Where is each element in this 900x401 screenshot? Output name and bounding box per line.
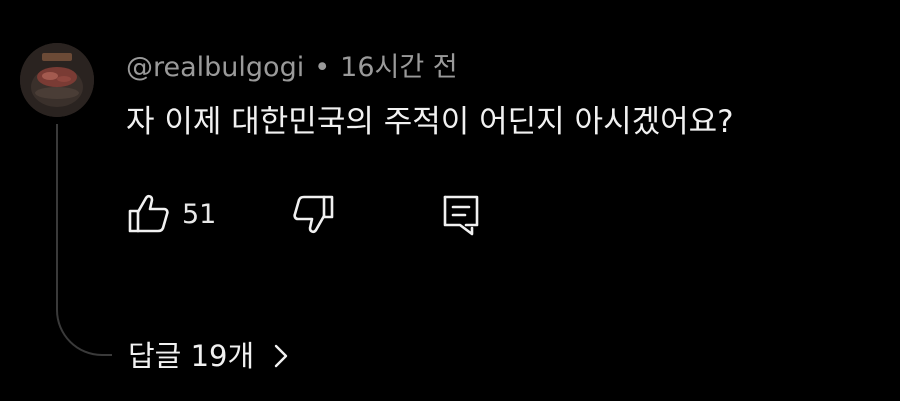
comment-meta: @realbulgogi • 16시간 전 (126, 50, 458, 86)
reply-button[interactable] (442, 194, 480, 236)
like-count: 51 (182, 198, 217, 230)
view-replies-button[interactable]: 답글 19개 (128, 336, 288, 376)
comment-time: 16시간 전 (340, 52, 458, 83)
thumbs-down-icon (293, 195, 334, 234)
reply-thread-line (56, 124, 112, 356)
meta-separator: • (314, 52, 331, 83)
thumbs-up-icon (128, 194, 169, 233)
chevron-right-icon (274, 344, 288, 368)
avatar[interactable] (20, 43, 94, 117)
avatar-image (20, 43, 94, 117)
comment-reply-icon (443, 195, 479, 236)
dislike-button[interactable] (292, 194, 334, 234)
like-button[interactable]: 51 (128, 194, 216, 234)
comment-text: 자 이제 대한민국의 주적이 어딘지 아시겠어요? (126, 104, 734, 140)
comment-username[interactable]: @realbulgogi (126, 52, 304, 83)
replies-count-label: 답글 19개 (128, 339, 255, 373)
